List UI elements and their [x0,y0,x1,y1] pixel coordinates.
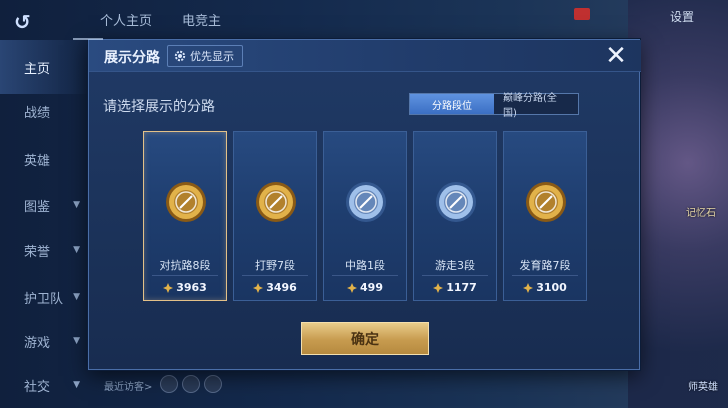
lane-score: 3963 [144,281,226,294]
dialog-header: 展示分路 优先显示 ✕ [73,38,641,72]
sidebar-item-label: 游戏 [24,335,51,351]
lane-card[interactable]: 发育路7段 3100 [503,131,587,301]
lane-score: 1177 [414,281,496,294]
back-logo-icon[interactable]: ↺ [14,10,50,34]
sidebar-item-label: 荣誉 [24,244,51,260]
tab-personal-home[interactable]: 个人主页 [100,10,152,29]
chevron-down-icon: ▼ [73,245,80,255]
settings-button[interactable]: 设置 [670,8,694,25]
card-divider [422,275,488,276]
tab-peak-lane[interactable]: 巅峰分路(全国) [494,93,578,119]
score-icon [433,282,444,293]
lane-cards: 对抗路8段 3963 打野7段 3496 中路1段 499 游走3段 1177 发育路7段 310… [143,131,587,301]
dialog-title: 展示分路 [104,50,160,66]
lane-name: 发育路7段 [519,259,571,272]
recent-visitors-label[interactable]: 最近访客> [104,378,152,393]
header-decoration [73,38,103,46]
visitor-avatar[interactable] [182,375,200,393]
lane-score-value: 3963 [176,281,207,294]
card-divider [242,275,308,276]
lane-card[interactable]: 中路1段 499 [323,131,407,301]
tab-lane-rank[interactable]: 分路段位 [410,94,494,114]
lane-score-value: 499 [360,281,383,294]
gear-icon [174,50,186,62]
lane-card[interactable]: 游走3段 1177 [413,131,497,301]
rank-medal-icon [436,182,476,222]
chevron-down-icon: ▼ [73,336,80,346]
lane-score: 499 [324,281,406,294]
chevron-down-icon: ▼ [73,292,80,302]
sidebar-item-label: 主页 [24,61,51,77]
lane-name: 对抗路8段 [159,259,211,272]
lane-score-value: 3100 [536,281,567,294]
rank-medal-icon [346,182,386,222]
lane-tabs: 分路段位 巅峰分路(全国) [409,93,579,119]
sidebar-item-label: 英雄 [24,153,51,169]
score-icon [253,282,264,293]
sidebar-item-label: 护卫队 [24,291,64,307]
sidebar-item-label: 社交 [24,379,51,395]
visitor-avatar[interactable] [204,375,222,393]
confirm-label: 确定 [351,331,379,348]
score-icon [347,282,358,293]
lane-score: 3496 [234,281,316,294]
rank-medal-icon [166,182,206,222]
score-icon [523,282,534,293]
sidebar-item-label: 图鉴 [24,199,51,215]
lane-name: 打野7段 [255,259,295,272]
chevron-down-icon: ▼ [73,380,80,390]
notification-badge[interactable] [574,8,590,20]
lane-score-value: 1177 [446,281,477,294]
card-divider [512,275,578,276]
confirm-button[interactable]: 确定 [301,322,429,355]
priority-display-label: 优先显示 [190,50,234,63]
card-divider [332,275,398,276]
tab-esports[interactable]: 电竞主 [182,10,221,29]
sidebar-item-record[interactable]: 战绩 [0,84,90,138]
sidebar-item-label: 战绩 [24,105,51,121]
visitor-avatar[interactable] [160,375,178,393]
lane-card[interactable]: 对抗路8段 3963 [143,131,227,301]
sidebar-item-social[interactable]: 社交 ▼ [0,358,90,408]
priority-display-button[interactable]: 优先显示 [167,45,243,67]
select-lane-prompt: 请选择展示的分路 [103,99,215,115]
lane-score: 3100 [504,281,586,294]
lane-name: 中路1段 [345,259,385,272]
sidebar: 主页 战绩 英雄 图鉴 ▼ 荣誉 ▼ 护卫队 ▼ 游戏 ▼ 社交 ▼ [0,40,90,408]
sidebar-item-honor[interactable]: 荣誉 ▼ [0,223,90,277]
lane-card[interactable]: 打野7段 3496 [233,131,317,301]
background-label: 记忆石 [686,208,716,219]
card-divider [152,275,218,276]
lane-score-value: 3496 [266,281,297,294]
chevron-down-icon: ▼ [73,200,80,210]
top-nav: 个人主页 电竞主 [100,10,221,29]
close-button[interactable]: ✕ [603,43,629,69]
close-icon: ✕ [605,41,627,71]
display-lane-dialog: 展示分路 优先显示 ✕ 请选择展示的分路 分路段位 巅峰分路(全国) 对抗路8段… [73,38,641,370]
rank-medal-icon [256,182,296,222]
background-label-2: 师英雄 [688,382,718,393]
score-icon [163,282,174,293]
rank-medal-icon [526,182,566,222]
lane-name: 游走3段 [435,259,475,272]
